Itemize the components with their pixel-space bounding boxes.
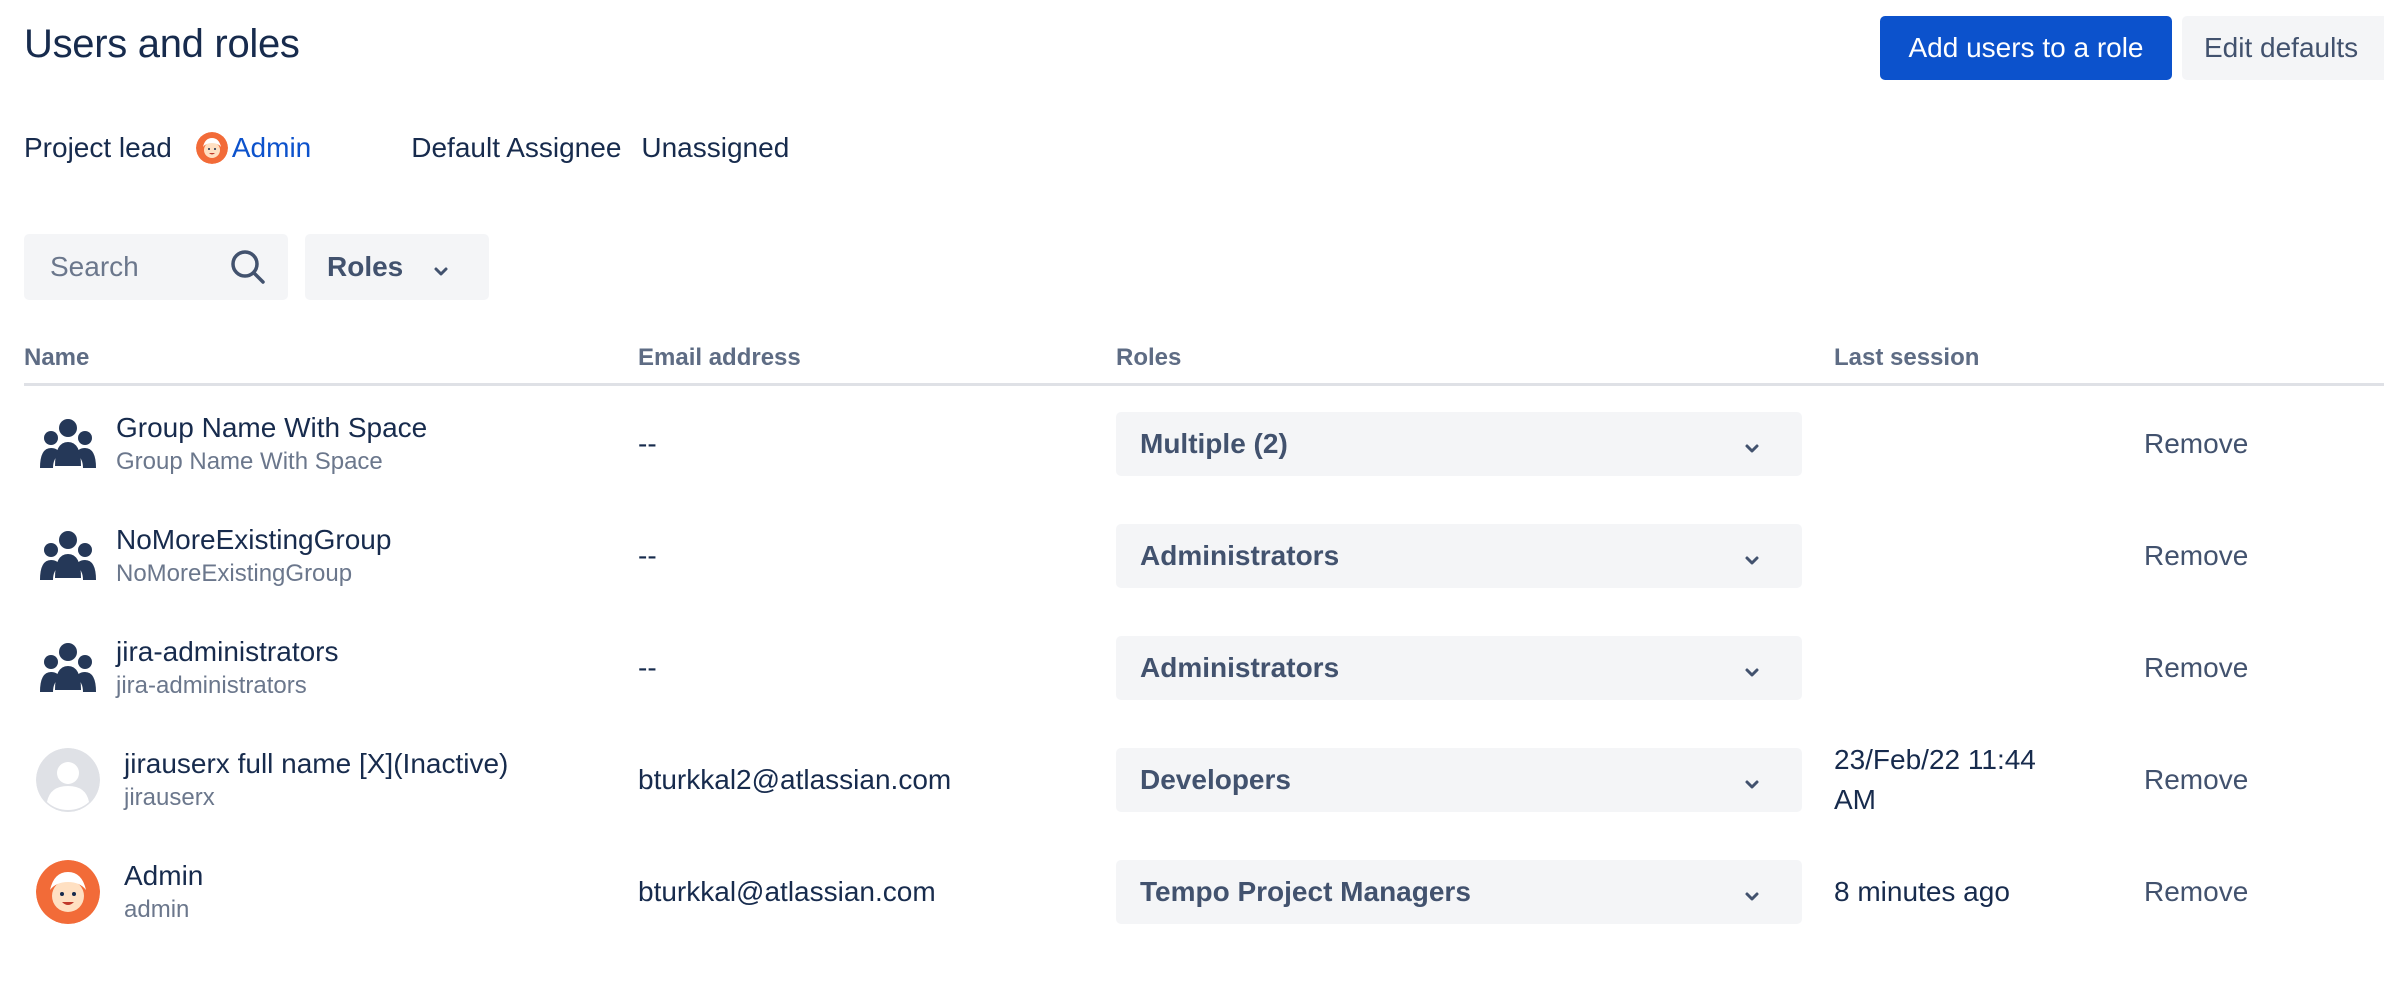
email-cell: -- [638,652,657,683]
member-id: jira-administrators [116,672,307,699]
email-cell: -- [638,540,657,571]
column-header-last-session[interactable]: Last session [1834,344,1979,372]
admin-avatar-icon [195,132,228,164]
remove-button[interactable]: Remove [2144,538,2248,574]
table-header: Name Email address Roles Last session [24,338,2384,386]
member-id: Group Name With Space [116,448,383,475]
group-icon [36,636,100,700]
role-select[interactable]: Multiple (2) [1116,412,1802,476]
table-row: Admin admin bturkkal@atlassian.com Tempo… [24,836,2384,948]
email-cell: bturkkal2@atlassian.com [638,764,952,795]
member-id: NoMoreExistingGroup [116,560,353,587]
project-lead-label: Project lead [24,132,172,163]
email-cell: -- [638,428,657,459]
member-name-block: jira-administrators jira-administrators [116,634,339,702]
role-select-value: Administrators [1140,652,1340,683]
column-header-name[interactable]: Name [24,344,89,372]
member-name: Group Name With Space [116,412,428,443]
chevron-down-icon [1742,434,1762,454]
member-name-block: Group Name With Space Group Name With Sp… [116,410,427,478]
last-session-cell: 8 minutes ago [1834,876,2010,907]
users-and-roles-page: Users and roles Add users to a role Edit… [0,0,2384,994]
member-id: admin [124,896,190,923]
table-row: jirauserx full name [X](Inactive) jiraus… [24,724,2384,836]
table-row: jira-administrators jira-administrators … [24,612,2384,724]
chevron-down-icon [1742,658,1762,678]
column-header-email[interactable]: Email address [638,344,801,372]
search-icon[interactable] [228,247,268,287]
search-input[interactable] [48,250,228,284]
page-title: Users and roles [24,22,300,66]
role-select[interactable]: Developers [1116,748,1802,812]
remove-button[interactable]: Remove [2144,874,2248,910]
remove-button[interactable]: Remove [2144,426,2248,462]
project-lead-link[interactable]: Admin [232,132,311,164]
roles-filter-dropdown[interactable]: Roles [305,234,489,300]
email-cell: bturkkal@atlassian.com [638,876,936,907]
chevron-down-icon [1742,882,1762,902]
remove-button[interactable]: Remove [2144,650,2248,686]
role-select-value: Administrators [1140,540,1340,571]
project-meta: Project lead Admin Default Assignee Unas… [24,128,789,168]
role-select[interactable]: Administrators [1116,524,1802,588]
role-select-value: Tempo Project Managers [1140,876,1471,907]
role-select-value: Multiple (2) [1140,428,1288,459]
member-id: jirauserx [124,784,215,811]
default-user-avatar-icon [36,748,100,812]
group-icon [36,412,100,476]
member-name: jira-administrators [116,636,339,667]
member-name-block: NoMoreExistingGroup NoMoreExistingGroup [116,522,391,590]
remove-button[interactable]: Remove [2144,762,2248,798]
role-select[interactable]: Administrators [1116,636,1802,700]
search-field[interactable] [24,234,288,300]
table-row: NoMoreExistingGroup NoMoreExistingGroup … [24,500,2384,612]
member-name-block: Admin admin [124,858,203,926]
role-select[interactable]: Tempo Project Managers [1116,860,1802,924]
default-assignee-label: Default Assignee [411,132,622,163]
column-header-roles[interactable]: Roles [1116,344,1181,372]
chevron-down-icon [431,257,451,277]
header-actions: Add users to a role Edit defaults [1880,16,2384,80]
last-session-cell: 23/Feb/22 11:44 AM [1834,744,2036,815]
roles-filter-label: Roles [327,251,404,282]
chevron-down-icon [1742,546,1762,566]
member-name: NoMoreExistingGroup [116,524,392,555]
member-name: jirauserx full name [X](Inactive) [124,748,509,779]
edit-defaults-button[interactable]: Edit defaults [2182,16,2384,80]
member-name-block: jirauserx full name [X](Inactive) jiraus… [124,746,508,814]
table-row: Group Name With Space Group Name With Sp… [24,388,2384,500]
group-icon [36,524,100,588]
member-name: Admin [124,860,204,891]
default-assignee-value: Unassigned [641,132,790,163]
add-users-to-role-button[interactable]: Add users to a role [1880,16,2172,80]
chevron-down-icon [1742,770,1762,790]
role-select-value: Developers [1140,764,1291,795]
admin-avatar-icon [36,860,100,924]
